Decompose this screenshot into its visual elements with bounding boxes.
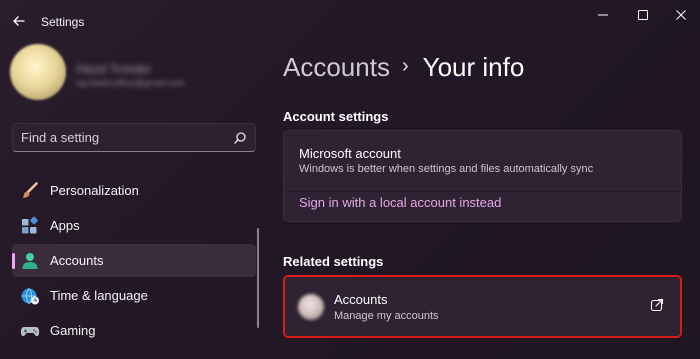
sidebar-item-personalization[interactable]: Personalization [12, 174, 256, 207]
sidebar-item-apps[interactable]: Apps [12, 209, 256, 242]
account-avatar [298, 294, 324, 320]
minimize-button[interactable] [592, 6, 614, 24]
person-icon [22, 253, 38, 269]
app-title: Settings [41, 15, 85, 29]
sidebar-item-label: Accounts [50, 253, 104, 268]
breadcrumb-parent[interactable]: Accounts [283, 52, 390, 83]
card-divider [284, 191, 681, 192]
maximize-button[interactable] [632, 6, 654, 24]
sidebar-item-time-language[interactable]: Time & language [12, 279, 256, 312]
sidebar-item-gaming[interactable]: Gaming [12, 314, 256, 347]
section-title-related-settings: Related settings [283, 254, 384, 269]
card-subtitle: Manage my accounts [334, 310, 439, 322]
minimize-icon [598, 14, 608, 16]
section-title-account-settings: Account settings [283, 109, 389, 124]
close-icon [676, 10, 686, 20]
card-title: Microsoft account [299, 146, 401, 161]
breadcrumb: Accounts › Your info [283, 50, 524, 84]
profile-avatar[interactable] [10, 44, 66, 100]
back-button[interactable] [10, 12, 28, 30]
card-title: Accounts [334, 292, 388, 307]
profile-email: raj.thedrzoffice@gmail.com [76, 78, 186, 88]
title-bar: Settings [0, 0, 700, 44]
sidebar-item-label: Apps [50, 218, 80, 233]
sidebar-item-accounts[interactable]: Accounts [12, 244, 256, 277]
search-icon[interactable] [233, 131, 247, 145]
arrow-left-icon [13, 16, 25, 26]
selection-indicator [12, 253, 15, 269]
search-box[interactable] [12, 123, 256, 152]
sidebar-item-label: Personalization [50, 183, 139, 198]
sidebar-item-label: Time & language [50, 288, 148, 303]
sign-in-local-account-link[interactable]: Sign in with a local account instead [299, 195, 501, 210]
page-title: Your info [422, 51, 525, 82]
accounts-related-card[interactable]: Accounts Manage my accounts [283, 275, 682, 338]
microsoft-account-card: Microsoft account Windows is better when… [283, 130, 682, 222]
globe-clock-icon [21, 288, 39, 305]
search-input[interactable] [21, 124, 221, 151]
apps-icon [22, 216, 38, 234]
maximize-icon [638, 10, 648, 20]
close-button[interactable] [670, 6, 692, 24]
gamepad-icon [20, 327, 40, 337]
profile-name: Hazel Tronder [76, 62, 152, 76]
sidebar-item-label: Gaming [50, 323, 96, 338]
sidebar-scrollbar[interactable] [257, 228, 259, 328]
card-subtitle: Windows is better when settings and file… [299, 163, 594, 175]
settings-window: Settings Hazel Tronder raj.thedrzoffice@… [0, 0, 700, 359]
chevron-right-icon: › [401, 54, 409, 77]
brush-icon [23, 182, 38, 198]
open-external-icon [650, 298, 664, 312]
